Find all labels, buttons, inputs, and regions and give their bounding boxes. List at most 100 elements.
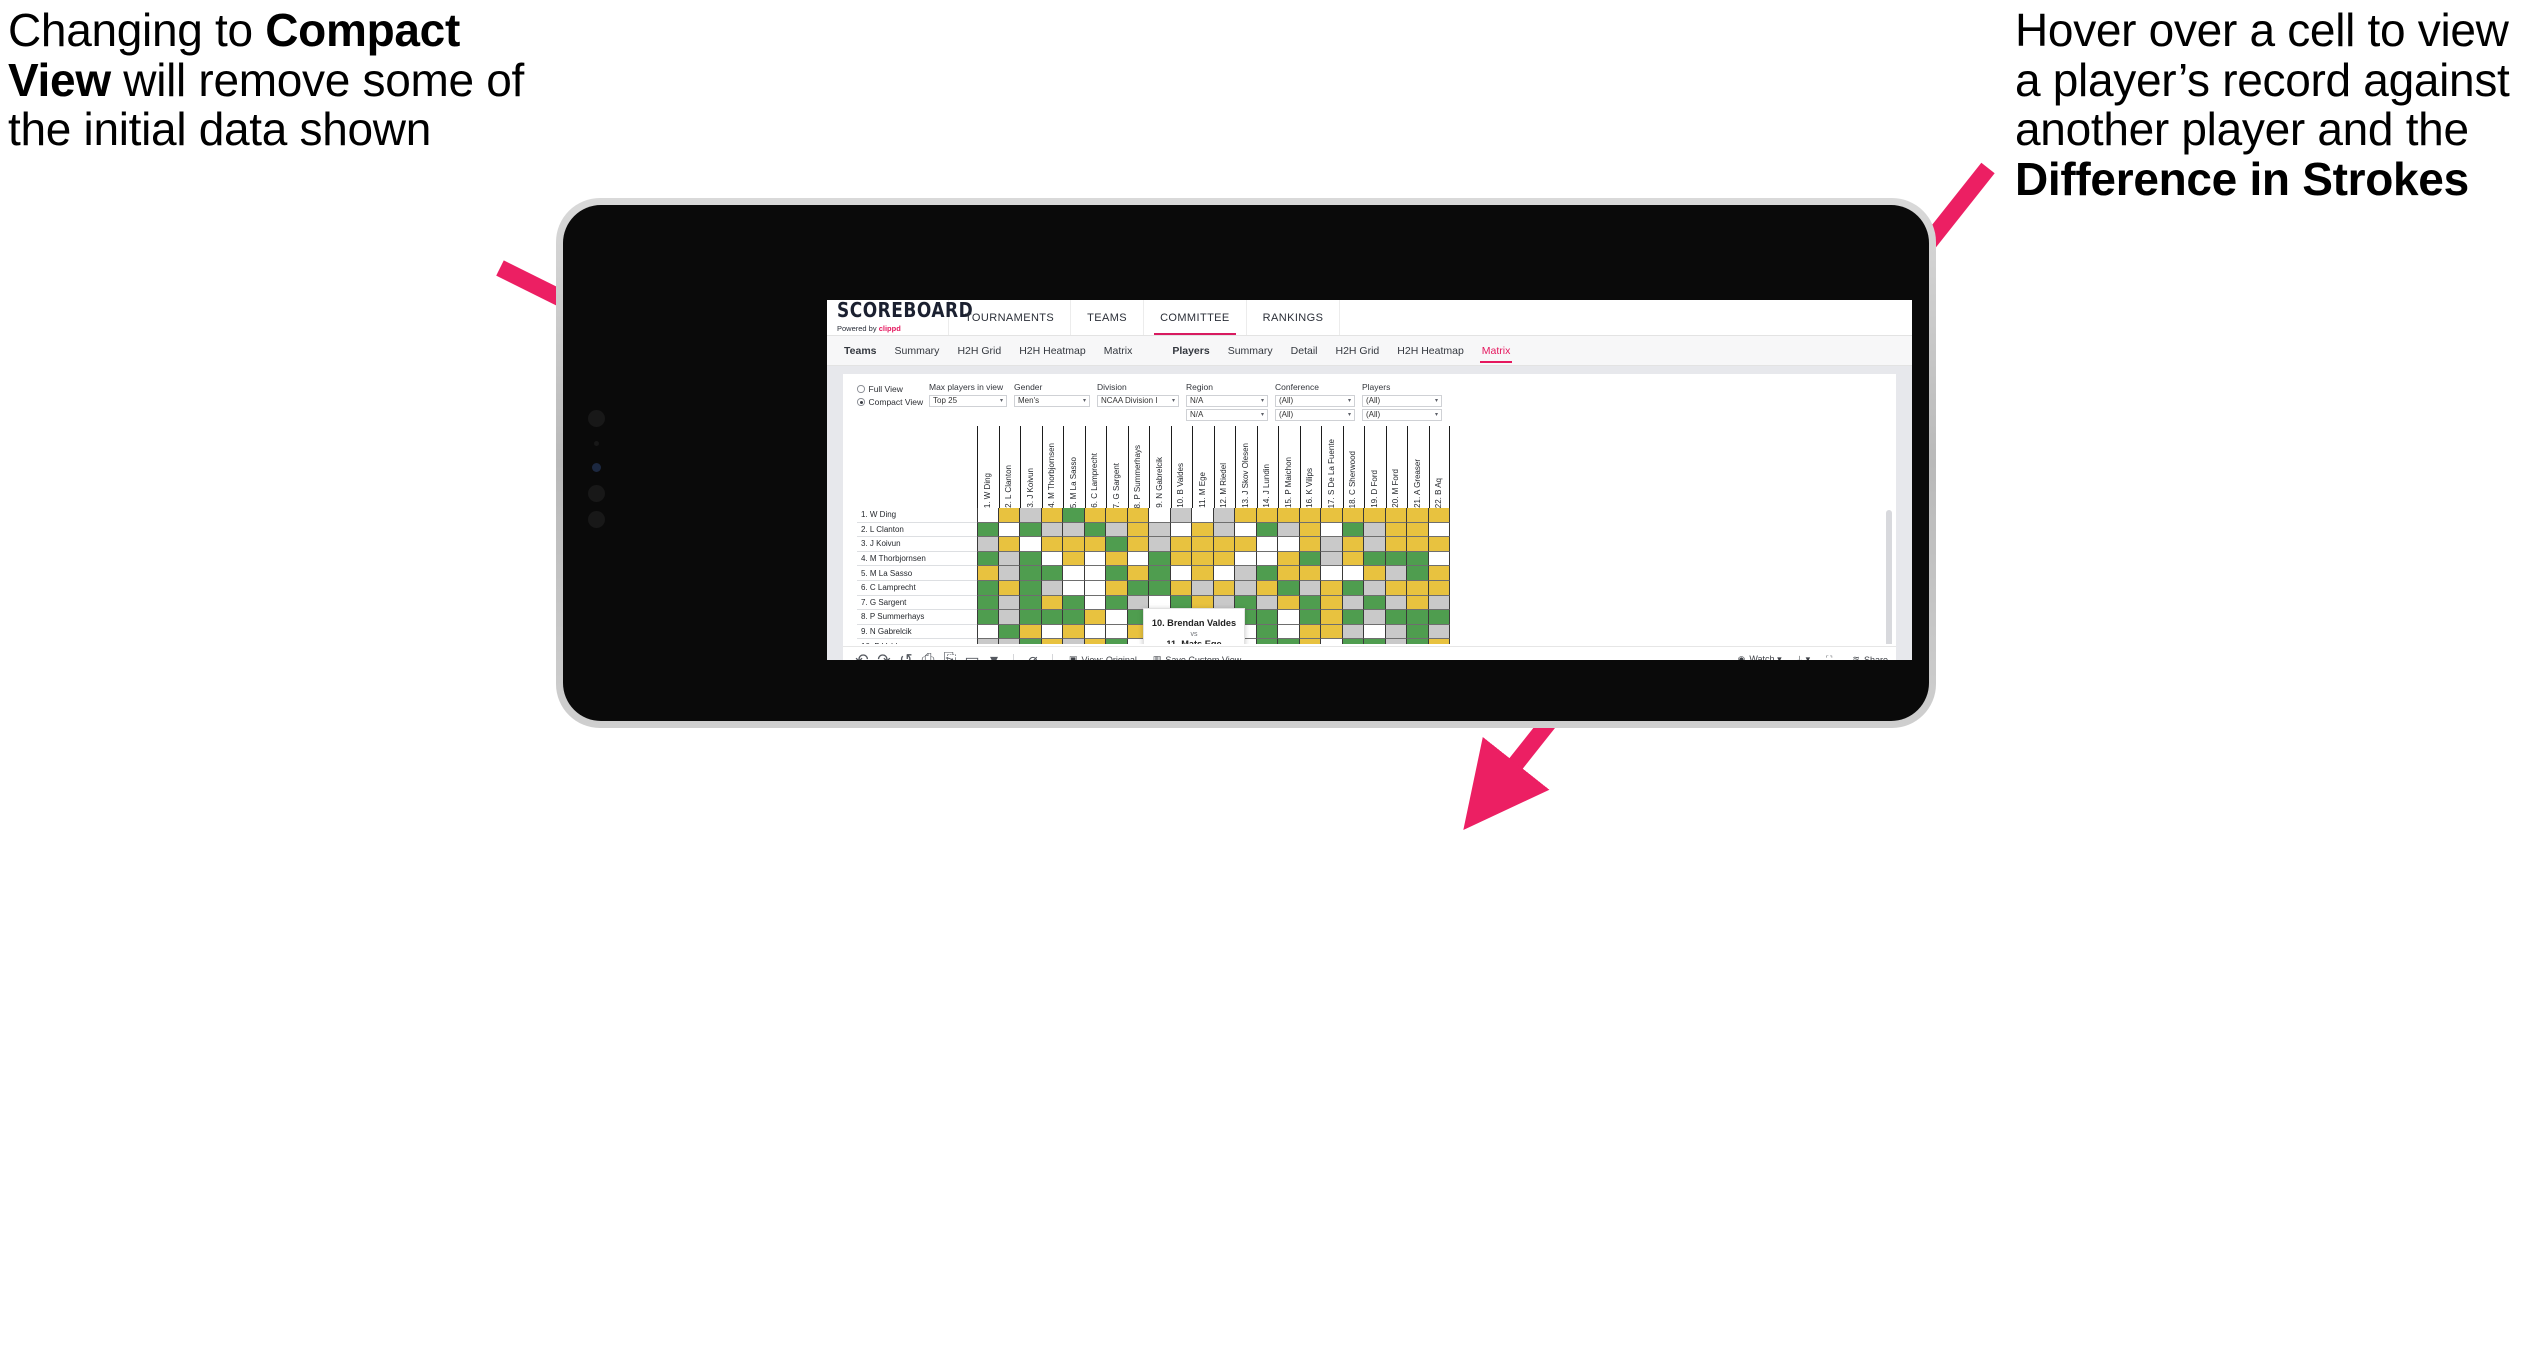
matrix-cell[interactable] bbox=[1213, 580, 1235, 596]
undo-icon[interactable]: ↶ bbox=[851, 647, 873, 661]
matrix-cell[interactable] bbox=[1364, 624, 1386, 640]
matrix-cell[interactable] bbox=[1407, 566, 1429, 581]
matrix-cell[interactable] bbox=[1235, 551, 1257, 567]
subnav-head-teams[interactable]: Teams bbox=[835, 336, 886, 365]
matrix-row-label[interactable]: 5. M La Sasso bbox=[857, 566, 977, 581]
matrix-cell[interactable] bbox=[1321, 522, 1343, 538]
matrix-column-header[interactable]: 12. M Riedel bbox=[1213, 426, 1236, 508]
matrix-cell[interactable] bbox=[1063, 508, 1085, 523]
matrix-cell[interactable] bbox=[1106, 522, 1128, 538]
matrix-cell[interactable] bbox=[1407, 551, 1429, 567]
matrix-column-header[interactable]: 1. W Ding bbox=[977, 426, 999, 508]
matrix-cell[interactable] bbox=[1278, 566, 1300, 581]
matrix-cell[interactable] bbox=[1063, 537, 1085, 552]
matrix-cell[interactable] bbox=[1106, 595, 1128, 611]
matrix-cell[interactable] bbox=[998, 537, 1020, 552]
matrix-column-header[interactable]: 2. L Clanton bbox=[998, 426, 1021, 508]
matrix-cell[interactable] bbox=[1020, 551, 1042, 567]
matrix-cell[interactable] bbox=[1385, 639, 1407, 644]
matrix-cell[interactable] bbox=[1321, 566, 1343, 581]
matrix-cell[interactable] bbox=[1321, 537, 1343, 552]
redo-icon[interactable]: ↷ bbox=[873, 647, 895, 661]
matrix-cell[interactable] bbox=[1342, 508, 1364, 523]
revert-icon[interactable]: ↺ bbox=[895, 647, 917, 661]
matrix-cell[interactable] bbox=[1041, 610, 1063, 625]
matrix-cell[interactable] bbox=[1106, 508, 1128, 523]
matrix-cell[interactable] bbox=[1278, 537, 1300, 552]
matrix-column-header[interactable]: 19. D Ford bbox=[1364, 426, 1386, 508]
matrix-cell[interactable] bbox=[1149, 551, 1171, 567]
select-players[interactable]: (All) ▾ bbox=[1362, 394, 1442, 407]
matrix-cell[interactable] bbox=[1256, 580, 1278, 596]
matrix-cell[interactable] bbox=[1385, 551, 1407, 567]
subnav-tab-h2h-grid[interactable]: H2H Grid bbox=[948, 336, 1010, 365]
matrix-cell[interactable] bbox=[1256, 566, 1278, 581]
matrix-cell[interactable] bbox=[977, 537, 999, 552]
matrix-cell[interactable] bbox=[1299, 595, 1321, 611]
matrix-cell[interactable] bbox=[1127, 580, 1149, 596]
matrix-cell[interactable] bbox=[1084, 551, 1106, 567]
matrix-cell[interactable] bbox=[1213, 522, 1235, 538]
matrix-cell[interactable] bbox=[1020, 639, 1042, 644]
topnav-item-committee[interactable]: COMMITTEE bbox=[1144, 300, 1247, 335]
matrix-cell[interactable] bbox=[1127, 551, 1149, 567]
matrix-cell[interactable] bbox=[1299, 580, 1321, 596]
matrix-cell[interactable] bbox=[1407, 522, 1429, 538]
matrix-cell[interactable] bbox=[1299, 624, 1321, 640]
matrix-cell[interactable] bbox=[1063, 639, 1085, 644]
matrix-cell[interactable] bbox=[1192, 566, 1214, 581]
matrix-cell[interactable] bbox=[1170, 551, 1192, 567]
subnav-tab-h2h-heatmap[interactable]: H2H Heatmap bbox=[1388, 336, 1473, 365]
matrix-cell[interactable] bbox=[1192, 537, 1214, 552]
subnav-tab-matrix[interactable]: Matrix bbox=[1473, 336, 1520, 365]
matrix-cell[interactable] bbox=[1278, 595, 1300, 611]
matrix-row-label[interactable]: 9. N Gabrelcik bbox=[857, 624, 977, 640]
matrix-cell[interactable] bbox=[1256, 551, 1278, 567]
select-players[interactable]: (All) ▾ bbox=[1362, 408, 1442, 421]
matrix-cell[interactable] bbox=[1428, 639, 1450, 644]
select-conference[interactable]: (All) ▾ bbox=[1275, 408, 1355, 421]
matrix-column-header[interactable]: 13. J Skov Olesen bbox=[1235, 426, 1257, 508]
matrix-cell[interactable] bbox=[1041, 522, 1063, 538]
matrix-cell[interactable] bbox=[1364, 610, 1386, 625]
matrix-cell[interactable] bbox=[1063, 580, 1085, 596]
subnav-tab-summary[interactable]: Summary bbox=[1219, 336, 1282, 365]
matrix-cell[interactable] bbox=[998, 522, 1020, 538]
matrix-cell[interactable] bbox=[1278, 522, 1300, 538]
matrix-cell[interactable] bbox=[998, 508, 1020, 523]
matrix-cell[interactable] bbox=[1149, 508, 1171, 523]
matrix-cell[interactable] bbox=[1084, 508, 1106, 523]
matrix-cell[interactable] bbox=[1342, 639, 1364, 644]
matrix-cell[interactable] bbox=[1407, 580, 1429, 596]
matrix-cell[interactable] bbox=[998, 551, 1020, 567]
matrix-cell[interactable] bbox=[1299, 537, 1321, 552]
topnav-item-teams[interactable]: TEAMS bbox=[1071, 300, 1145, 335]
matrix-cell[interactable] bbox=[1385, 537, 1407, 552]
matrix-row-label[interactable]: 10. B Valdes bbox=[857, 639, 977, 644]
matrix-cell[interactable] bbox=[1428, 566, 1450, 581]
matrix-cell[interactable] bbox=[1170, 508, 1192, 523]
matrix-cell[interactable] bbox=[1127, 537, 1149, 552]
matrix-cell[interactable] bbox=[1063, 610, 1085, 625]
matrix-cell[interactable] bbox=[1385, 580, 1407, 596]
matrix-cell[interactable] bbox=[998, 610, 1020, 625]
matrix-row-label[interactable]: 6. C Lamprecht bbox=[857, 580, 977, 596]
matrix-cell[interactable] bbox=[1299, 522, 1321, 538]
matrix-cell[interactable] bbox=[1020, 537, 1042, 552]
matrix-cell[interactable] bbox=[1321, 551, 1343, 567]
toolbar-button-[interactable]: ⤓ ▾ bbox=[1790, 654, 1819, 660]
matrix-cell[interactable] bbox=[1213, 551, 1235, 567]
matrix-cell[interactable] bbox=[1342, 522, 1364, 538]
matrix-cell[interactable] bbox=[1149, 537, 1171, 552]
matrix-column-header[interactable]: 14. J Lundin bbox=[1256, 426, 1279, 508]
matrix-cell[interactable] bbox=[1041, 624, 1063, 640]
subnav-tab-matrix[interactable]: Matrix bbox=[1095, 336, 1142, 365]
matrix-cell[interactable] bbox=[1041, 595, 1063, 611]
matrix-cell[interactable] bbox=[1428, 580, 1450, 596]
matrix-cell[interactable] bbox=[1321, 595, 1343, 611]
matrix-cell[interactable] bbox=[1385, 522, 1407, 538]
matrix-cell[interactable] bbox=[1084, 566, 1106, 581]
matrix-cell[interactable] bbox=[1278, 551, 1300, 567]
matrix-cell[interactable] bbox=[1407, 537, 1429, 552]
matrix-cell[interactable] bbox=[1084, 610, 1106, 625]
